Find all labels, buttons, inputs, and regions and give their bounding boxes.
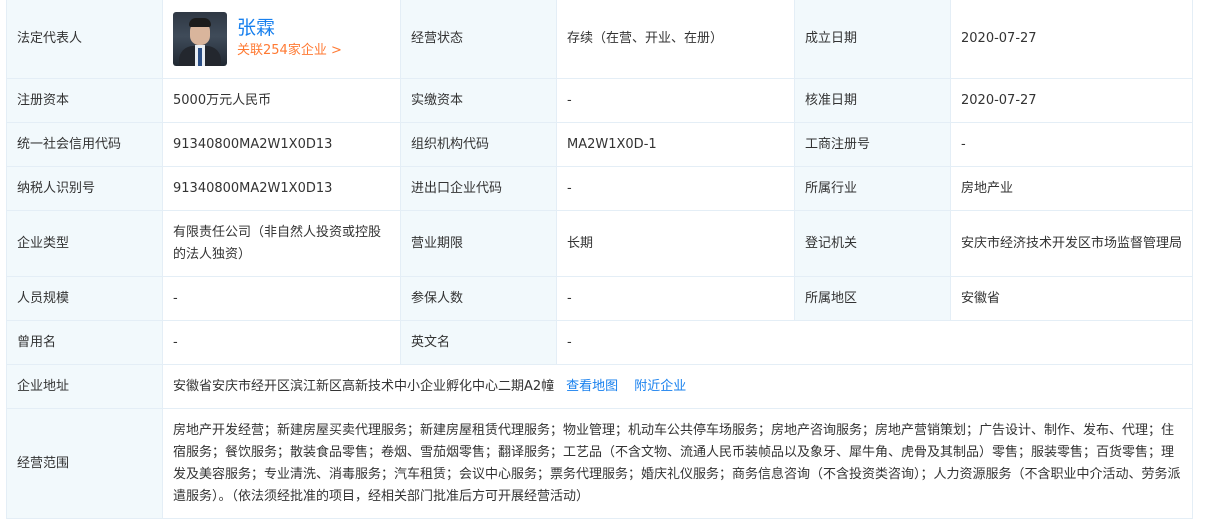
table-row: 纳税人识别号 91340800MA2W1X0D13 进出口企业代码 - 所属行业… [6, 166, 1193, 211]
legal-rep-label: 法定代表人 [6, 0, 163, 79]
company-type-label: 企业类型 [6, 210, 163, 277]
paid-capital-label: 实缴资本 [400, 78, 557, 123]
reg-authority-value: 安庆市经济技术开发区市场监督管理局 [950, 210, 1193, 277]
company-type-value: 有限责任公司（非自然人投资或控股的法人独资） [162, 210, 401, 277]
legal-rep-name-link[interactable]: 张霖 [237, 16, 342, 40]
former-name-value: - [162, 320, 401, 365]
founded-value: 2020-07-27 [950, 0, 1193, 79]
company-info-table: 法定代表人 张霖 关联254家企业 > 经营状态 存续（在营、开业、在册） 成立… [6, 0, 1193, 519]
avatar[interactable] [173, 12, 227, 66]
credit-code-value: 91340800MA2W1X0D13 [162, 122, 401, 167]
tax-id-value: 91340800MA2W1X0D13 [162, 166, 401, 211]
table-row: 人员规模 - 参保人数 - 所属地区 安徽省 [6, 276, 1193, 321]
table-row: 注册资本 5000万元人民币 实缴资本 - 核准日期 2020-07-27 [6, 78, 1193, 123]
credit-code-label: 统一社会信用代码 [6, 122, 163, 167]
region-value: 安徽省 [950, 276, 1193, 321]
table-row: 统一社会信用代码 91340800MA2W1X0D13 组织机构代码 MA2W1… [6, 122, 1193, 167]
former-name-label: 曾用名 [6, 320, 163, 365]
org-code-value: MA2W1X0D-1 [556, 122, 795, 167]
reg-authority-label: 登记机关 [794, 210, 951, 277]
insured-count-value: - [556, 276, 795, 321]
business-term-value: 长期 [556, 210, 795, 277]
english-name-value: - [556, 320, 1193, 365]
legal-rep-cell: 张霖 关联254家企业 > [162, 0, 401, 79]
insured-count-label: 参保人数 [400, 276, 557, 321]
reg-number-value: - [950, 122, 1193, 167]
staff-size-label: 人员规模 [6, 276, 163, 321]
nearby-companies-link[interactable]: 附近企业 [634, 379, 686, 394]
capital-label: 注册资本 [6, 78, 163, 123]
industry-label: 所属行业 [794, 166, 951, 211]
address-label: 企业地址 [6, 364, 163, 409]
table-row: 企业地址 安徽省安庆市经开区滨江新区高新技术中小企业孵化中心二期A2幢 查看地图 附… [6, 364, 1193, 409]
address-cell: 安徽省安庆市经开区滨江新区高新技术中小企业孵化中心二期A2幢 查看地图 附近企业 [162, 364, 1193, 409]
business-scope-value: 房地产开发经营；新建房屋买卖代理服务；新建房屋租赁代理服务；物业管理；机动车公共… [162, 408, 1193, 519]
approved-date-value: 2020-07-27 [950, 78, 1193, 123]
region-label: 所属地区 [794, 276, 951, 321]
founded-label: 成立日期 [794, 0, 951, 79]
approved-date-label: 核准日期 [794, 78, 951, 123]
status-value: 存续（在营、开业、在册） [556, 0, 795, 79]
table-row: 法定代表人 张霖 关联254家企业 > 经营状态 存续（在营、开业、在册） 成立… [6, 0, 1193, 79]
import-code-value: - [556, 166, 795, 211]
english-name-label: 英文名 [400, 320, 557, 365]
business-term-label: 营业期限 [400, 210, 557, 277]
address-value: 安徽省安庆市经开区滨江新区高新技术中小企业孵化中心二期A2幢 [173, 378, 555, 394]
staff-size-value: - [162, 276, 401, 321]
paid-capital-value: - [556, 78, 795, 123]
status-label: 经营状态 [400, 0, 557, 79]
table-row: 经营范围 房地产开发经营；新建房屋买卖代理服务；新建房屋租赁代理服务；物业管理；… [6, 408, 1193, 519]
industry-value: 房地产业 [950, 166, 1193, 211]
related-companies-link[interactable]: 关联254家企业 > [237, 40, 342, 62]
view-map-link[interactable]: 查看地图 [566, 379, 618, 394]
business-scope-label: 经营范围 [6, 408, 163, 519]
import-code-label: 进出口企业代码 [400, 166, 557, 211]
org-code-label: 组织机构代码 [400, 122, 557, 167]
table-row: 曾用名 - 英文名 - [6, 320, 1193, 365]
tax-id-label: 纳税人识别号 [6, 166, 163, 211]
capital-value: 5000万元人民币 [162, 78, 401, 123]
reg-number-label: 工商注册号 [794, 122, 951, 167]
table-row: 企业类型 有限责任公司（非自然人投资或控股的法人独资） 营业期限 长期 登记机关… [6, 210, 1193, 277]
